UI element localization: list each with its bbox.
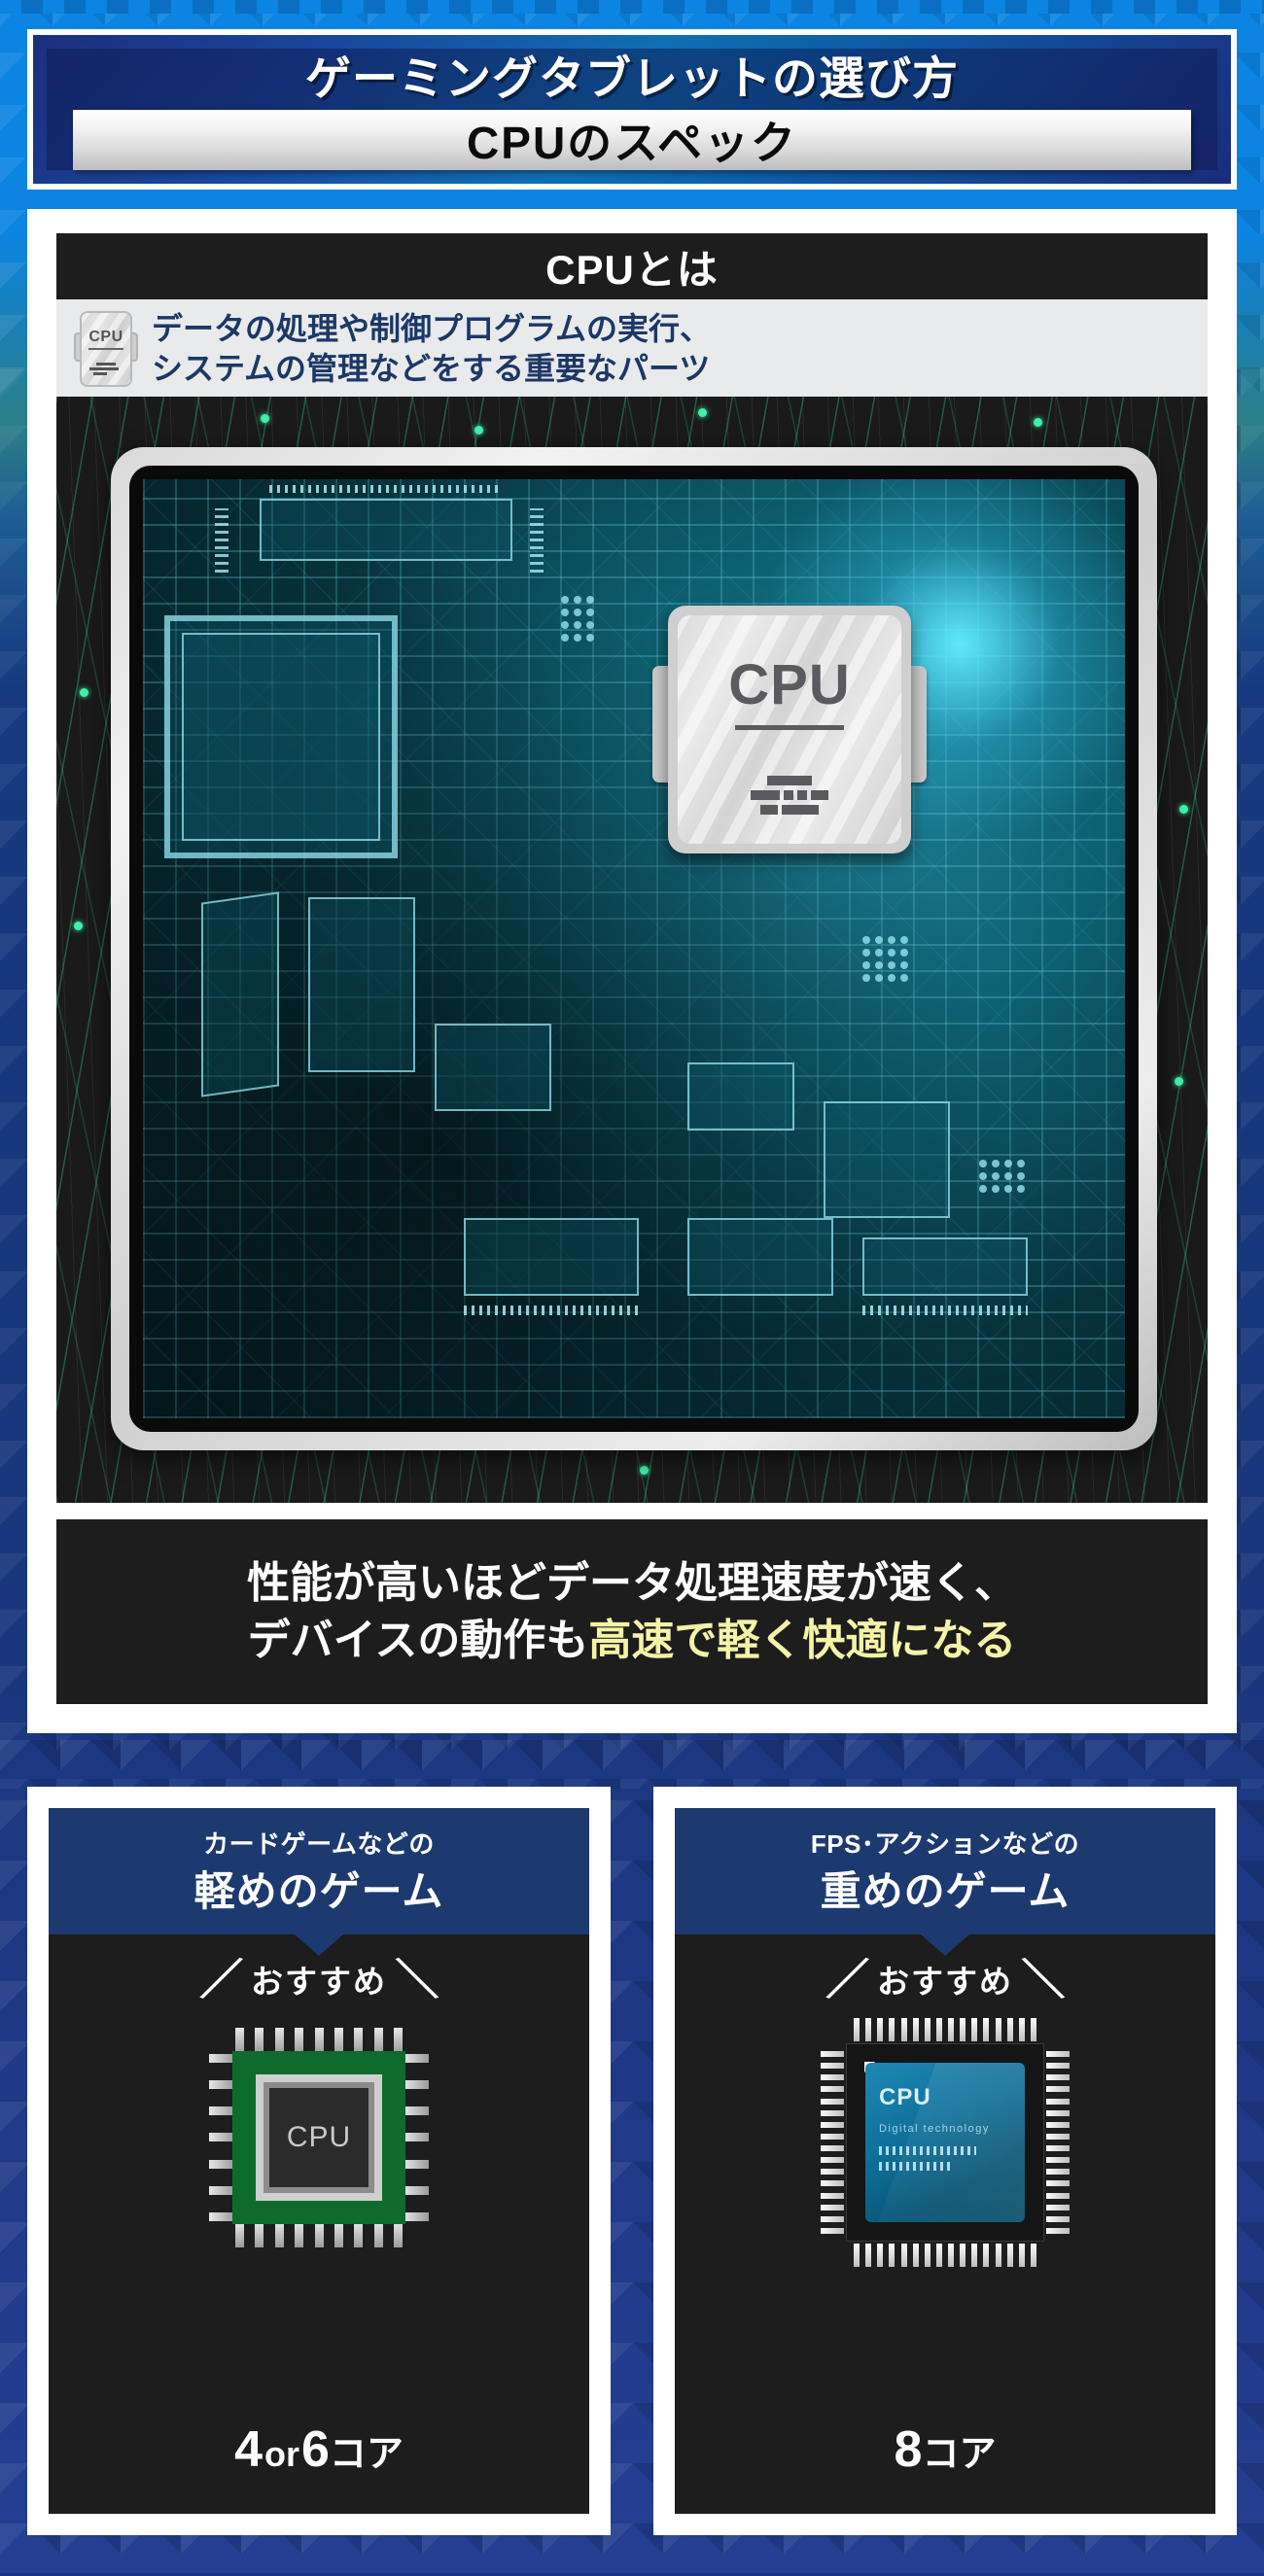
pcb-pad-grid [561,596,594,642]
heavy-games-card-header: FPS･アクションなどの 重めのゲーム [675,1808,1215,1934]
core-unit: コア [329,2434,404,2475]
pcb-component [862,1237,1028,1296]
light-games-recommend-label: おすすめ [251,1964,387,2000]
heavy-games-card: FPS･アクションなどの 重めのゲーム ╱ おすすめ ╲ CPU Digital… [653,1787,1237,2535]
circuit-node [698,408,707,417]
blue-cpu-chip-graphic: CPU Digital technology [821,2018,1070,2267]
blue-chip-label: CPU [879,2084,931,2110]
pcb-pin-row [215,508,228,573]
circuit-board-graphic: CPU [143,479,1125,1418]
slash-right-decoration: ╲ [1023,1952,1064,2005]
pcb-component [824,1101,950,1218]
cpu-chip-icon: CPU [74,309,138,389]
chip-marking-bars [748,776,831,819]
slash-left-decoration: ╱ [826,1952,867,2005]
chip-pins-left [821,2051,844,2234]
pcb-component [435,1024,551,1111]
pcb-pad-grid [979,1160,1025,1193]
section-heading-text: CPUとは [545,246,719,293]
pcb-pin-row [464,1305,639,1315]
slash-left-decoration: ╱ [200,1952,241,2005]
chip-die: CPU Digital technology [865,2063,1025,2222]
pcb-component [687,1062,794,1131]
conclusion-line-2: デバイスの動作も高速で軽く快適になる [248,1612,1017,1669]
tablet-screen: CPU [129,466,1139,1432]
circuit-node [1179,805,1188,814]
heavy-games-subtitle: FPS･アクションなどの [810,1829,1080,1859]
light-games-card-header: カードゲームなどの 軽めのゲーム [49,1808,589,1934]
chip-pins-top [235,2028,403,2053]
cpu-description-block: CPU データの処理や制御プログラムの実行、 システムの管理などをする重要なパー… [56,299,1208,398]
heavy-games-recommend-row: ╱ おすすめ ╲ [675,1952,1215,2005]
circuit-node [74,922,83,930]
cpu-icon-label: CPU [88,329,123,350]
pcb-pad-grid [862,936,908,982]
chip-pins-right [1046,2051,1070,2234]
circuit-node [1175,1077,1183,1086]
conclusion-line-1: 性能が高いほどデータ処理速度が速く、 [247,1558,1017,1607]
chip-label: CPU [728,653,851,716]
subtitle-plate: CPUのスペック [73,109,1191,170]
green-chip-label: CPU [286,2121,352,2153]
chip-underline [735,725,844,730]
chip-pins-left [209,2054,234,2221]
heavy-games-card-body: FPS･アクションなどの 重めのゲーム ╱ おすすめ ╲ CPU Digital… [675,1808,1215,2514]
core-value-2: 6 [300,2421,330,2478]
pcb-component [201,891,279,1097]
circuit-node [474,426,483,435]
cpu-info-panel: CPUとは CPU データの処理や制御プログラムの実行、 システムの管理などをす… [27,209,1237,1733]
circuit-node [80,688,88,697]
conclusion-line-2-plain: デバイスの動作も [247,1617,589,1664]
green-cpu-chip-graphic: CPU [209,2028,429,2247]
heavy-games-title: 重めのゲーム [820,1868,1071,1914]
pcb-pin-row [862,1305,1028,1315]
blue-chip-tagline: Digital technology [879,2123,990,2135]
top-stripe-accent [0,0,1264,14]
circuit-node [261,414,269,423]
pcb-pin-row [269,485,503,493]
cpu-icon-bars [89,362,123,377]
title-banner: ゲーミングタブレットの選び方 CPUのスペック [27,29,1237,190]
circuit-node [640,1466,649,1475]
slash-right-decoration: ╲ [397,1952,438,2005]
pcb-component [260,499,512,561]
pcb-component [687,1218,833,1296]
chip-pins-bottom [854,2244,1036,2267]
core-unit: コア [922,2434,997,2475]
heavy-games-recommend-label: おすすめ [877,1964,1013,2000]
chip-pins-bottom [235,2222,403,2247]
pcb-pin-row [530,508,544,573]
light-games-recommend-row: ╱ おすすめ ╲ [49,1952,589,2005]
heavy-games-core-count: 8コア [675,2420,1215,2479]
title-banner-inner: ゲーミングタブレットの選び方 CPUのスペック [47,49,1217,170]
light-games-card: カードゲームなどの 軽めのゲーム ╱ おすすめ ╲ CPU 4or6コア [27,1787,611,2535]
light-games-title: 軽めのゲーム [193,1868,444,1914]
conclusion-line-2-highlight: 高速で軽く快適になる [588,1617,1017,1664]
chip-marking-bar [879,2146,976,2155]
circuit-node [1034,418,1042,427]
core-value-1: 4 [234,2421,263,2478]
tablet-device: CPU [111,447,1157,1450]
page-title: ゲーミングタブレットの選び方 [305,52,959,104]
cpu-chip-illustration: CPU [652,606,927,853]
light-games-core-count: 4or6コア [49,2420,589,2479]
chip-marking-bar [879,2162,953,2171]
pcb-component [182,633,380,841]
cpu-description-text: データの処理や制御プログラムの実行、 システムの管理などをする重要なパーツ [152,310,712,386]
light-games-subtitle: カードゲームなどの [203,1829,435,1859]
conclusion-box: 性能が高いほどデータ処理速度が速く、 デバイスの動作も高速で軽く快適になる [56,1519,1208,1704]
cpu-illustration: CPU [56,397,1208,1503]
chip-pins-top [854,2018,1036,2041]
core-value-1: 8 [894,2421,923,2478]
chip-pins-right [404,2054,429,2221]
core-separator: or [263,2434,299,2474]
pcb-component [464,1218,639,1296]
pcb-component [308,897,415,1072]
section-heading-bar: CPUとは [56,233,1208,299]
page-subtitle: CPUのスペック [467,117,797,168]
chip-die: CPU [269,2088,369,2187]
light-games-card-body: カードゲームなどの 軽めのゲーム ╱ おすすめ ╲ CPU 4or6コア [49,1808,589,2514]
